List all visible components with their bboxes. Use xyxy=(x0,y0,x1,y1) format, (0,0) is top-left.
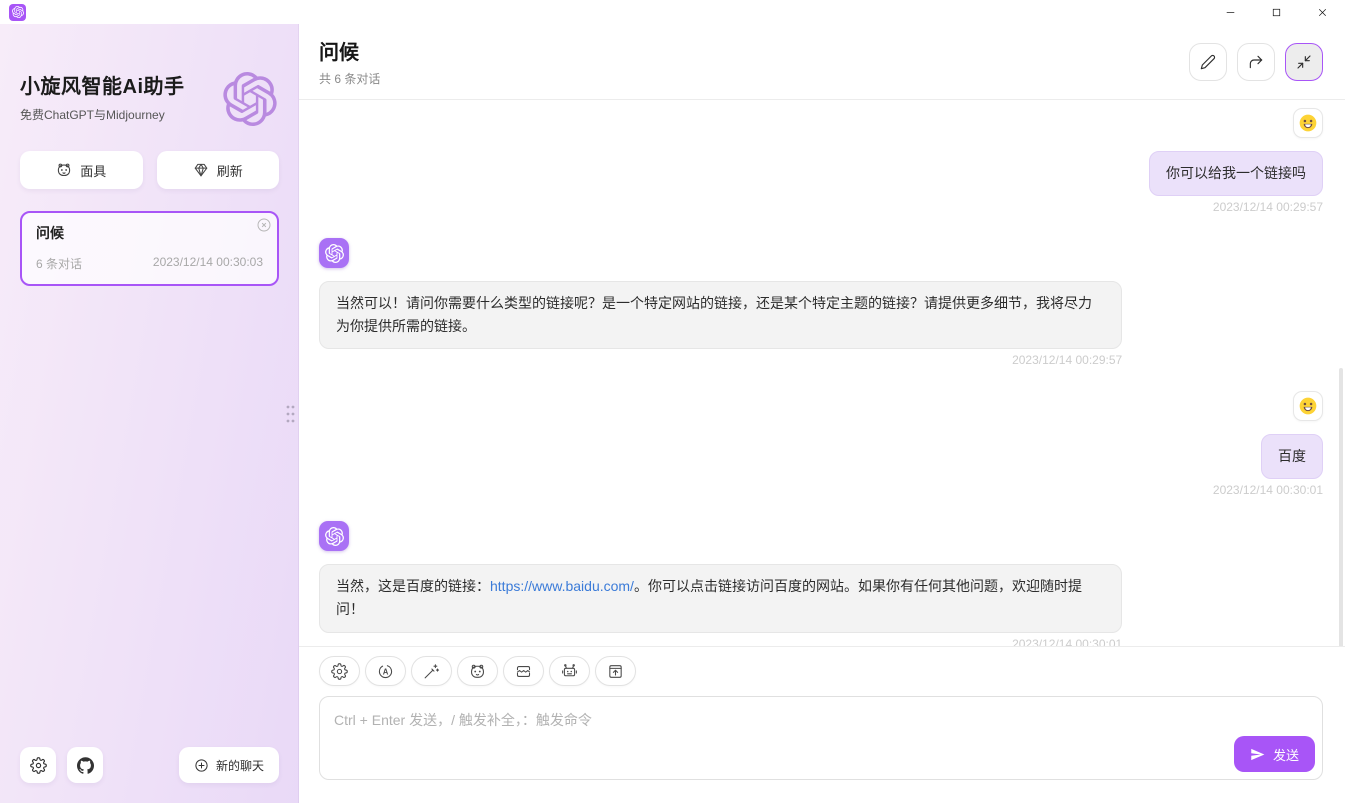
user-avatar xyxy=(1293,108,1323,138)
new-chat-button[interactable]: 新的聊天 xyxy=(179,747,279,783)
gear-icon xyxy=(30,757,47,774)
message-bubble: 当然，这是百度的链接：https://www.baidu.com/。你可以点击链… xyxy=(319,564,1122,632)
prompt-shortcut-button[interactable] xyxy=(411,656,452,686)
share-icon xyxy=(1248,54,1264,70)
mask-icon xyxy=(469,663,486,680)
chat-item-delete-icon[interactable] xyxy=(256,217,272,233)
chat-title: 问候 xyxy=(319,36,380,65)
window-close-button[interactable] xyxy=(1299,0,1345,24)
titlebar xyxy=(0,0,1345,24)
mask-button-label: 面具 xyxy=(80,161,106,180)
model-settings-button[interactable] xyxy=(319,656,360,686)
compress-window-button[interactable] xyxy=(1285,43,1323,81)
bot-avatar xyxy=(319,238,349,268)
message-user: 你可以给我一个链接吗 2023/12/14 00:29:57 xyxy=(319,108,1323,214)
message-timestamp: 2023/12/14 00:30:01 xyxy=(1012,637,1122,646)
rename-chat-button[interactable] xyxy=(1189,43,1227,81)
mask-shortcut-button[interactable] xyxy=(457,656,498,686)
message-bot: 当然可以！请问你需要什么类型的链接呢？是一个特定网站的链接，还是某个特定主题的链… xyxy=(319,238,1323,367)
robot-icon xyxy=(561,663,578,680)
sidebar-drag-handle[interactable] xyxy=(283,399,298,429)
scrollbar-thumb[interactable] xyxy=(1339,368,1343,646)
send-button-label: 发送 xyxy=(1273,745,1299,764)
theme-toggle-button[interactable] xyxy=(365,656,406,686)
message-bubble: 当然可以！请问你需要什么类型的链接呢？是一个特定网站的链接，还是某个特定主题的链… xyxy=(319,281,1122,349)
message-text: 当然，这是百度的链接： xyxy=(336,578,490,594)
upload-icon xyxy=(607,663,624,680)
diamond-icon xyxy=(193,162,209,178)
new-chat-button-label: 新的聊天 xyxy=(216,757,264,774)
message-bubble: 你可以给我一个链接吗 xyxy=(1149,151,1323,196)
robot-model-button[interactable] xyxy=(549,656,590,686)
context-break-icon xyxy=(515,663,532,680)
window-maximize-button[interactable] xyxy=(1253,0,1299,24)
refresh-button[interactable]: 刷新 xyxy=(157,151,280,189)
chat-panel: 问候 共 6 条对话 xyxy=(299,24,1345,803)
message-bubble: 百度 xyxy=(1261,434,1323,479)
upload-button[interactable] xyxy=(595,656,636,686)
sidebar-footer: 新的聊天 xyxy=(20,747,279,783)
baidu-link[interactable]: https://www.baidu.com/ xyxy=(490,578,634,594)
chat-item-title: 问候 xyxy=(36,223,263,243)
gear-icon xyxy=(331,663,348,680)
plus-circle-icon xyxy=(194,758,209,773)
chat-item-count: 6 条对话 xyxy=(36,255,82,272)
window-minimize-button[interactable] xyxy=(1207,0,1253,24)
message-bot: 当然，这是百度的链接：https://www.baidu.com/。你可以点击链… xyxy=(319,521,1323,646)
message-list: 你可以给我一个链接吗 2023/12/14 00:29:57 当然可以！请问你需… xyxy=(299,100,1345,646)
openai-logo-icon xyxy=(325,527,344,546)
chat-item-time: 2023/12/14 00:30:03 xyxy=(153,255,263,272)
chat-header: 问候 共 6 条对话 xyxy=(299,24,1345,100)
message-user: 百度 2023/12/14 00:30:01 xyxy=(319,391,1323,497)
magic-wand-icon xyxy=(423,663,440,680)
chat-subtitle: 共 6 条对话 xyxy=(319,70,380,87)
mask-icon xyxy=(56,162,72,178)
compress-icon xyxy=(1296,54,1312,70)
pencil-icon xyxy=(1200,54,1216,70)
settings-button[interactable] xyxy=(20,747,56,783)
sidebar-header: 小旋风智能Ai助手 免费ChatGPT与Midjourney xyxy=(20,70,279,123)
app-logo-icon xyxy=(9,4,26,21)
sidebar: 小旋风智能Ai助手 免费ChatGPT与Midjourney 面具 刷新 xyxy=(0,24,299,803)
clear-context-button[interactable] xyxy=(503,656,544,686)
github-button[interactable] xyxy=(67,747,103,783)
message-timestamp: 2023/12/14 00:30:01 xyxy=(1213,483,1323,497)
bot-avatar xyxy=(319,521,349,551)
user-avatar xyxy=(1293,391,1323,421)
smiley-icon xyxy=(1298,113,1318,133)
share-button[interactable] xyxy=(1237,43,1275,81)
refresh-button-label: 刷新 xyxy=(217,161,243,180)
chat-list: 问候 6 条对话 2023/12/14 00:30:03 xyxy=(20,211,279,747)
auto-theme-icon xyxy=(377,663,394,680)
message-timestamp: 2023/12/14 00:29:57 xyxy=(1012,353,1122,367)
message-input[interactable] xyxy=(319,696,1323,780)
smiley-icon xyxy=(1298,396,1318,416)
send-icon xyxy=(1250,747,1265,762)
sidebar-actions: 面具 刷新 xyxy=(20,151,279,189)
send-button[interactable]: 发送 xyxy=(1234,736,1315,772)
app-window: 小旋风智能Ai助手 免费ChatGPT与Midjourney 面具 刷新 xyxy=(0,0,1345,803)
openai-logo-icon xyxy=(325,244,344,263)
mask-button[interactable]: 面具 xyxy=(20,151,143,189)
message-timestamp: 2023/12/14 00:29:57 xyxy=(1213,200,1323,214)
openai-logo-icon xyxy=(223,72,277,126)
github-icon xyxy=(77,757,94,774)
composer: 发送 xyxy=(299,646,1345,803)
composer-toolbar xyxy=(319,655,1323,696)
chat-list-item[interactable]: 问候 6 条对话 2023/12/14 00:30:03 xyxy=(20,211,279,286)
